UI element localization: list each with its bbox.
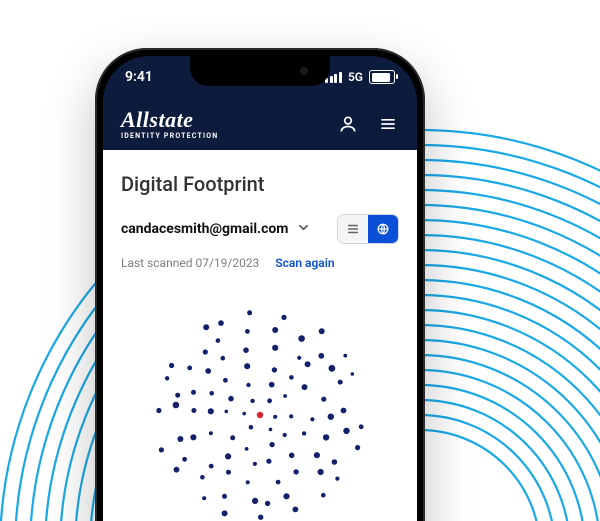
account-email: candacesmith@gmail.com: [121, 221, 288, 237]
menu-icon[interactable]: [377, 113, 399, 135]
scan-again-link[interactable]: Scan again: [275, 256, 334, 270]
brand-logo: Allstate IDENTITY PROTECTION: [121, 109, 218, 140]
network-label: 5G: [348, 70, 363, 84]
footprint-visualization[interactable]: [121, 280, 399, 521]
chevron-down-icon: [298, 222, 309, 236]
brand-name: Allstate: [121, 109, 218, 131]
brand-subtitle: IDENTITY PROTECTION: [121, 133, 218, 140]
view-graph-button[interactable]: [368, 215, 398, 243]
phone-notch: [190, 56, 330, 86]
app-header: Allstate IDENTITY PROTECTION: [103, 98, 417, 150]
view-toggle: [337, 214, 399, 244]
view-list-button[interactable]: [338, 215, 368, 243]
content-panel: Digital Footprint candacesmith@gmail.com: [103, 150, 417, 521]
status-time: 9:41: [125, 69, 153, 85]
account-selector[interactable]: candacesmith@gmail.com: [121, 221, 309, 237]
phone-frame: 9:41 5G Allstate IDENTITY PROTECTION: [95, 48, 425, 521]
last-scanned-label: Last scanned 07/19/2023: [121, 256, 259, 270]
profile-icon[interactable]: [337, 113, 359, 135]
battery-icon: [369, 70, 395, 84]
page-title: Digital Footprint: [121, 172, 399, 196]
